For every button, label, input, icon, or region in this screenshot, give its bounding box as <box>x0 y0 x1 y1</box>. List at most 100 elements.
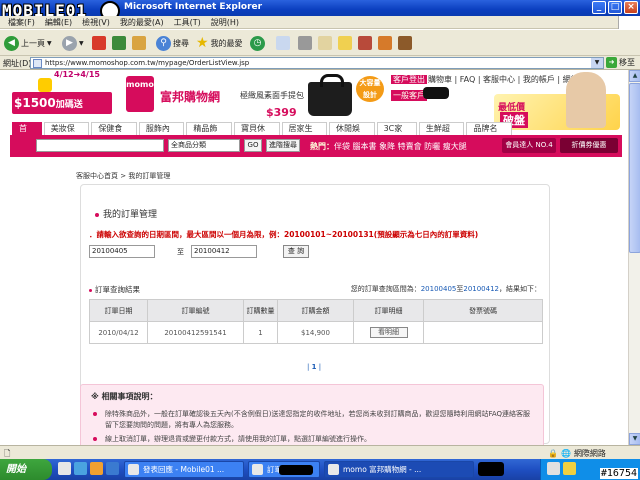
result-title-text: 訂單查詢結果 <box>95 285 140 294</box>
zone-label: 網際網路 <box>573 449 606 458</box>
tab-luxury[interactable]: 精品飾包 <box>186 122 232 145</box>
notes-box: ※ 相關事項說明： 除特殊商品外，一般在訂單確認後五天內(不含例假日)送達您指定… <box>80 384 544 445</box>
brand-name[interactable]: 富邦購物網 <box>160 88 220 105</box>
redacted-task-title <box>279 465 313 475</box>
start-date-input[interactable]: 20100405 <box>89 245 155 258</box>
vertical-scrollbar[interactable]: ▲ ▼ <box>628 70 640 445</box>
maximize-button[interactable]: □ <box>608 1 622 14</box>
go-button[interactable]: ➜ 移至 <box>606 57 635 68</box>
search-button[interactable]: ⚲ 搜尋 <box>156 34 189 52</box>
page-title: 我的訂單管理 <box>95 207 157 220</box>
tab-home-living[interactable]: 居家生活 <box>281 122 328 145</box>
task-momo-label: momo 富邦購物網 - ... <box>343 465 422 474</box>
hot-keyword-links[interactable]: 伴袋 腦本書 象降 特賣會 防曬 瘦大腿 <box>334 142 467 151</box>
print-icon[interactable] <box>298 36 312 50</box>
member-expert-button[interactable]: 會員達人 NO.4 <box>502 138 556 153</box>
research-icon[interactable] <box>378 36 392 50</box>
tray-volume-icon[interactable] <box>563 462 576 475</box>
promo-banner[interactable]: 4/12➜4/15 $1500加碼送 <box>8 70 120 120</box>
bag-ad-price: $399 <box>266 106 297 119</box>
task-orders[interactable]: 訂單 <box>248 461 320 478</box>
quicklaunch-ie-icon[interactable] <box>74 462 87 475</box>
scroll-down-icon[interactable]: ▼ <box>629 433 640 445</box>
mail-icon[interactable] <box>276 36 290 50</box>
extra-tool-icon[interactable] <box>398 36 412 50</box>
task-momo[interactable]: momo 富邦購物網 - ... <box>324 461 474 478</box>
tab-brand[interactable]: 品牌名店 <box>466 122 512 145</box>
menu-edit[interactable]: 編輯(E) <box>45 17 72 28</box>
tab-3c[interactable]: 3C家電 <box>376 122 417 145</box>
tab-fresh[interactable]: 生鮮超市 <box>418 122 465 145</box>
back-label: 上一頁 <box>21 38 45 48</box>
date-separator: 至 <box>177 248 184 256</box>
lock-icon: 🔒 <box>548 449 558 458</box>
tab-home[interactable]: 首頁 <box>12 122 42 145</box>
menu-tools[interactable]: 工具(T) <box>174 17 201 28</box>
start-button[interactable]: 開始 <box>0 459 52 480</box>
quicklaunch-media-icon[interactable] <box>90 462 103 475</box>
tab-baby[interactable]: 寶貝休閒 <box>233 122 280 145</box>
task-mobile01[interactable]: 發表回應 - Mobile01 ... <box>124 461 244 478</box>
tab-beauty[interactable]: 美妝保養 <box>43 122 90 145</box>
date-notice: ．請輸入欲查詢的日期區間，最大區間以一個月為限，例：20100101~20100… <box>89 230 479 239</box>
cell-invoice <box>423 321 543 344</box>
forward-arrow-icon: ▶ <box>62 35 77 51</box>
quicklaunch-desktop-icon[interactable] <box>58 462 71 475</box>
end-date-input[interactable]: 20100412 <box>191 245 257 258</box>
back-dropdown-icon[interactable]: ▼ <box>47 40 52 47</box>
favorites-button[interactable]: ★ 我的最愛 <box>196 34 243 52</box>
pager-current-page[interactable]: 1 <box>312 363 317 371</box>
search-go-button[interactable]: GO <box>244 139 262 152</box>
edit-icon[interactable] <box>318 36 332 50</box>
forward-button[interactable]: ▶ ▼ <box>62 34 84 52</box>
note-line-2: 線上取消訂單，辦理退貨或變更付款方式，請使用我的訂單，點選訂單編號進行操作。 <box>105 435 371 443</box>
search-label: 搜尋 <box>173 38 189 48</box>
star-icon: ★ <box>196 35 209 51</box>
home-icon[interactable] <box>132 36 146 50</box>
range-prefix: 您的訂單查詢區間為： <box>350 285 421 293</box>
pager-right: | <box>318 363 322 371</box>
site-search-input[interactable] <box>36 139 164 152</box>
refresh-icon[interactable] <box>112 36 126 50</box>
logout-link[interactable]: 客戶登出 <box>391 75 427 84</box>
favorites-label: 我的最愛 <box>210 38 243 48</box>
close-button[interactable]: × <box>624 1 638 14</box>
quicklaunch-app-icon[interactable] <box>106 462 119 475</box>
breadcrumb[interactable]: 客服中心首頁 > 我的訂單管理 <box>76 171 170 181</box>
cell-quantity: 1 <box>243 321 278 344</box>
tray-network-icon[interactable] <box>547 462 560 475</box>
coupon-button[interactable]: 折價券優惠 <box>560 138 618 153</box>
messenger-icon[interactable] <box>358 36 372 50</box>
forward-dropdown-icon[interactable]: ▼ <box>79 40 84 47</box>
minimize-button[interactable]: _ <box>592 1 606 14</box>
scroll-up-icon[interactable]: ▲ <box>629 70 640 82</box>
address-label: 網址(D) <box>3 59 32 68</box>
category-select[interactable]: 全商品分類 <box>168 139 240 152</box>
bag-ad[interactable]: 極緻風素面手提包 $399 <box>236 76 308 120</box>
tab-leisure[interactable]: 休閒娛樂 <box>329 122 375 145</box>
advanced-search-button[interactable]: 進階搜尋 <box>266 139 300 152</box>
address-dropdown-icon[interactable]: ▼ <box>591 58 603 68</box>
query-button[interactable]: 查 詢 <box>283 245 309 258</box>
menu-view[interactable]: 檢視(V) <box>82 17 110 28</box>
lowest-price-ad[interactable]: 最低價 破盤 <box>494 72 620 130</box>
address-input[interactable]: https://www.momoshop.com.tw/mypage/Order… <box>30 57 604 69</box>
order-table: 訂單日期 訂單編號 訂購數量 訂購金額 訂單明細 發票號碼 2010/04/12… <box>89 299 543 344</box>
window-title: Microsoft Internet Explorer <box>124 2 263 12</box>
menu-file[interactable]: 檔案(F) <box>8 17 35 28</box>
back-button[interactable]: ◀ 上一頁 ▼ <box>4 34 52 52</box>
handbag-image[interactable] <box>308 74 352 116</box>
discuss-icon[interactable] <box>338 36 352 50</box>
momo-logo[interactable]: momo <box>126 76 154 112</box>
toolbar: ◀ 上一頁 ▼ ▶ ▼ ⚲ 搜尋 ★ 我的最愛 ◷ <box>0 30 640 56</box>
menu-help[interactable]: 說明(H) <box>211 17 239 28</box>
view-detail-button[interactable]: 看明細 <box>369 327 408 338</box>
spokesperson-image <box>566 72 606 128</box>
taskbar: 開始 發表回應 - Mobile01 ... 訂單 momo 富邦購物網 - .… <box>0 459 640 480</box>
menu-favorites[interactable]: 我的最愛(A) <box>120 17 164 28</box>
stop-icon[interactable] <box>92 36 106 50</box>
tab-apparel[interactable]: 服飾內著 <box>138 122 185 145</box>
history-icon[interactable]: ◷ <box>250 35 265 51</box>
tab-health[interactable]: 保健食品 <box>91 122 137 145</box>
scroll-thumb[interactable] <box>629 83 640 253</box>
